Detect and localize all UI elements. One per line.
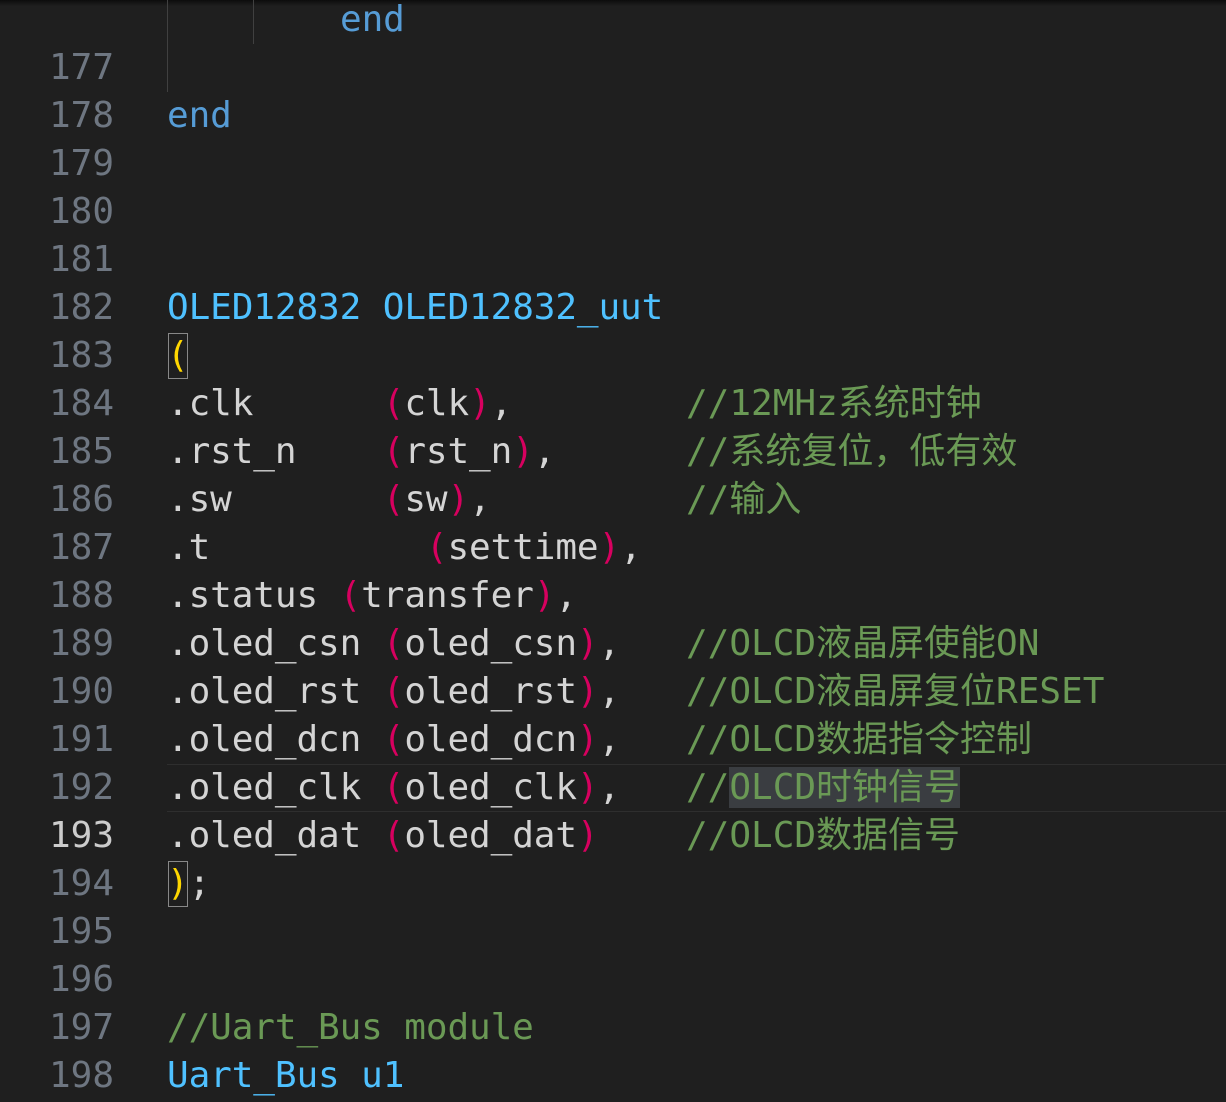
keyword-end: end <box>167 95 232 136</box>
paren: ) <box>447 479 470 520</box>
comma: , <box>469 479 491 520</box>
code-line-183[interactable]: 183 OLED12832 OLED12832_uut <box>0 284 1226 376</box>
signal-name: oled_dat <box>404 815 577 856</box>
port-name: .oled_dat <box>167 815 383 856</box>
signal-name: clk <box>404 383 470 424</box>
line-comment: //OLCD数据指令控制 <box>686 719 1033 760</box>
code-line-193[interactable]: 193 .oled_clk (oled_clk), //OLCD时钟信号 <box>0 764 1226 856</box>
paren: ( <box>382 623 405 664</box>
code-line-189[interactable]: 189 .status (transfer), <box>0 572 1226 664</box>
paren: ( <box>382 671 405 712</box>
port-name: .status <box>167 575 340 616</box>
signal-name: rst_n <box>404 431 513 472</box>
instance-name: u1 <box>361 1055 405 1096</box>
port-name: .sw <box>167 479 383 520</box>
signal-name: oled_rst <box>404 671 577 712</box>
code-line-180[interactable]: 180 <box>0 140 1226 232</box>
code-line-187[interactable]: 187 .sw (sw), //输入 <box>0 476 1226 568</box>
paren: ( <box>382 431 405 472</box>
paren: ( <box>382 383 405 424</box>
module-name: OLED12832 <box>167 287 362 328</box>
port-name: .oled_clk <box>167 767 383 808</box>
paren: ( <box>339 575 362 616</box>
port-name: .oled_csn <box>167 623 383 664</box>
code-line-186[interactable]: 186 .rst_n (rst_n), //系统复位，低有效 <box>0 428 1226 520</box>
comma: , <box>598 623 621 664</box>
comma: , <box>555 575 577 616</box>
code-line-182[interactable]: 182 <box>0 236 1226 328</box>
paren: ) <box>576 815 599 856</box>
comma: , <box>598 719 621 760</box>
code-line-179[interactable]: 179 end <box>0 92 1226 184</box>
keyword-end: end <box>340 0 405 40</box>
code-line-178[interactable]: 178 <box>0 44 1226 136</box>
comment-prefix: // <box>686 767 730 808</box>
comma: , <box>598 671 621 712</box>
signal-name: oled_csn <box>404 623 577 664</box>
port-name: .clk <box>167 383 383 424</box>
line-comment: //12MHz系统时钟 <box>686 383 982 424</box>
port-name: .oled_dcn <box>167 719 383 760</box>
close-paren: ) <box>167 860 189 908</box>
line-comment: //输入 <box>686 479 802 520</box>
code-line-181[interactable]: 181 <box>0 188 1226 280</box>
comma: , <box>490 383 513 424</box>
paren: ( <box>382 479 405 520</box>
code-line-177[interactable]: 177 end <box>0 0 1226 88</box>
signal-name: oled_clk <box>404 767 577 808</box>
code-line-191[interactable]: 191 .oled_rst (oled_rst), //OLCD液晶屏复位RES… <box>0 668 1226 760</box>
comma: , <box>533 431 556 472</box>
code-line-197[interactable]: 197 <box>0 956 1226 1048</box>
code-line-199[interactable]: 199 Uart_Bus u1 <box>0 1052 1226 1100</box>
signal-name: sw <box>404 479 448 520</box>
paren: ( <box>382 719 405 760</box>
comma: , <box>620 527 642 568</box>
signal-name: oled_dcn <box>404 719 577 760</box>
comma: , <box>598 767 621 808</box>
code-line-196[interactable]: 196 <box>0 908 1226 1000</box>
code-line-190[interactable]: 190 .oled_csn (oled_csn), //OLCD液晶屏使能ON <box>0 620 1226 712</box>
line-comment: //OLCD时钟信号 <box>686 764 961 812</box>
paren: ) <box>576 671 599 712</box>
code-line-188[interactable]: 188 .t (settime), <box>0 524 1226 616</box>
signal-name: transfer <box>361 575 534 616</box>
code-editor[interactable]: 177 end 178 179 end 180 181 182 183 OLED… <box>0 0 1226 1102</box>
code-line-184[interactable]: 184 ( <box>0 332 1226 424</box>
code-line-192[interactable]: 192 .oled_dcn (oled_dcn), //OLCD数据指令控制 <box>0 716 1226 808</box>
open-paren: ( <box>167 332 189 380</box>
line-comment: //OLCD液晶屏使能ON <box>686 623 1040 664</box>
module-name: Uart_Bus <box>167 1055 340 1096</box>
port-name: .t <box>167 527 426 568</box>
signal-name: settime <box>447 527 599 568</box>
code-line-198[interactable]: 198 //Uart_Bus module <box>0 1004 1226 1096</box>
code-line-194[interactable]: 194 .oled_dat (oled_dat) //OLCD数据信号 <box>0 812 1226 904</box>
paren: ( <box>425 527 448 568</box>
line-comment: //OLCD数据信号 <box>686 815 961 856</box>
paren: ( <box>382 767 405 808</box>
paren: ) <box>576 719 599 760</box>
line-comment: //系统复位，低有效 <box>686 431 1018 472</box>
code-line-185[interactable]: 185 .clk (clk), //12MHz系统时钟 <box>0 380 1226 472</box>
paren: ) <box>512 431 534 472</box>
paren: ) <box>576 623 599 664</box>
port-name: .rst_n <box>167 431 383 472</box>
selection-highlight[interactable]: OLCD时钟信号 <box>729 767 961 808</box>
line-comment: //Uart_Bus module <box>167 1007 534 1048</box>
code-line-195[interactable]: 195 ); <box>0 860 1226 952</box>
semicolon: ; <box>188 863 211 904</box>
paren: ) <box>598 527 621 568</box>
port-name: .oled_rst <box>167 671 383 712</box>
line-comment: //OLCD液晶屏复位RESET <box>686 671 1105 712</box>
instance-name: OLED12832_uut <box>382 287 664 328</box>
paren: ) <box>576 767 599 808</box>
paren: ) <box>469 383 491 424</box>
paren: ( <box>382 815 405 856</box>
paren: ) <box>533 575 556 616</box>
